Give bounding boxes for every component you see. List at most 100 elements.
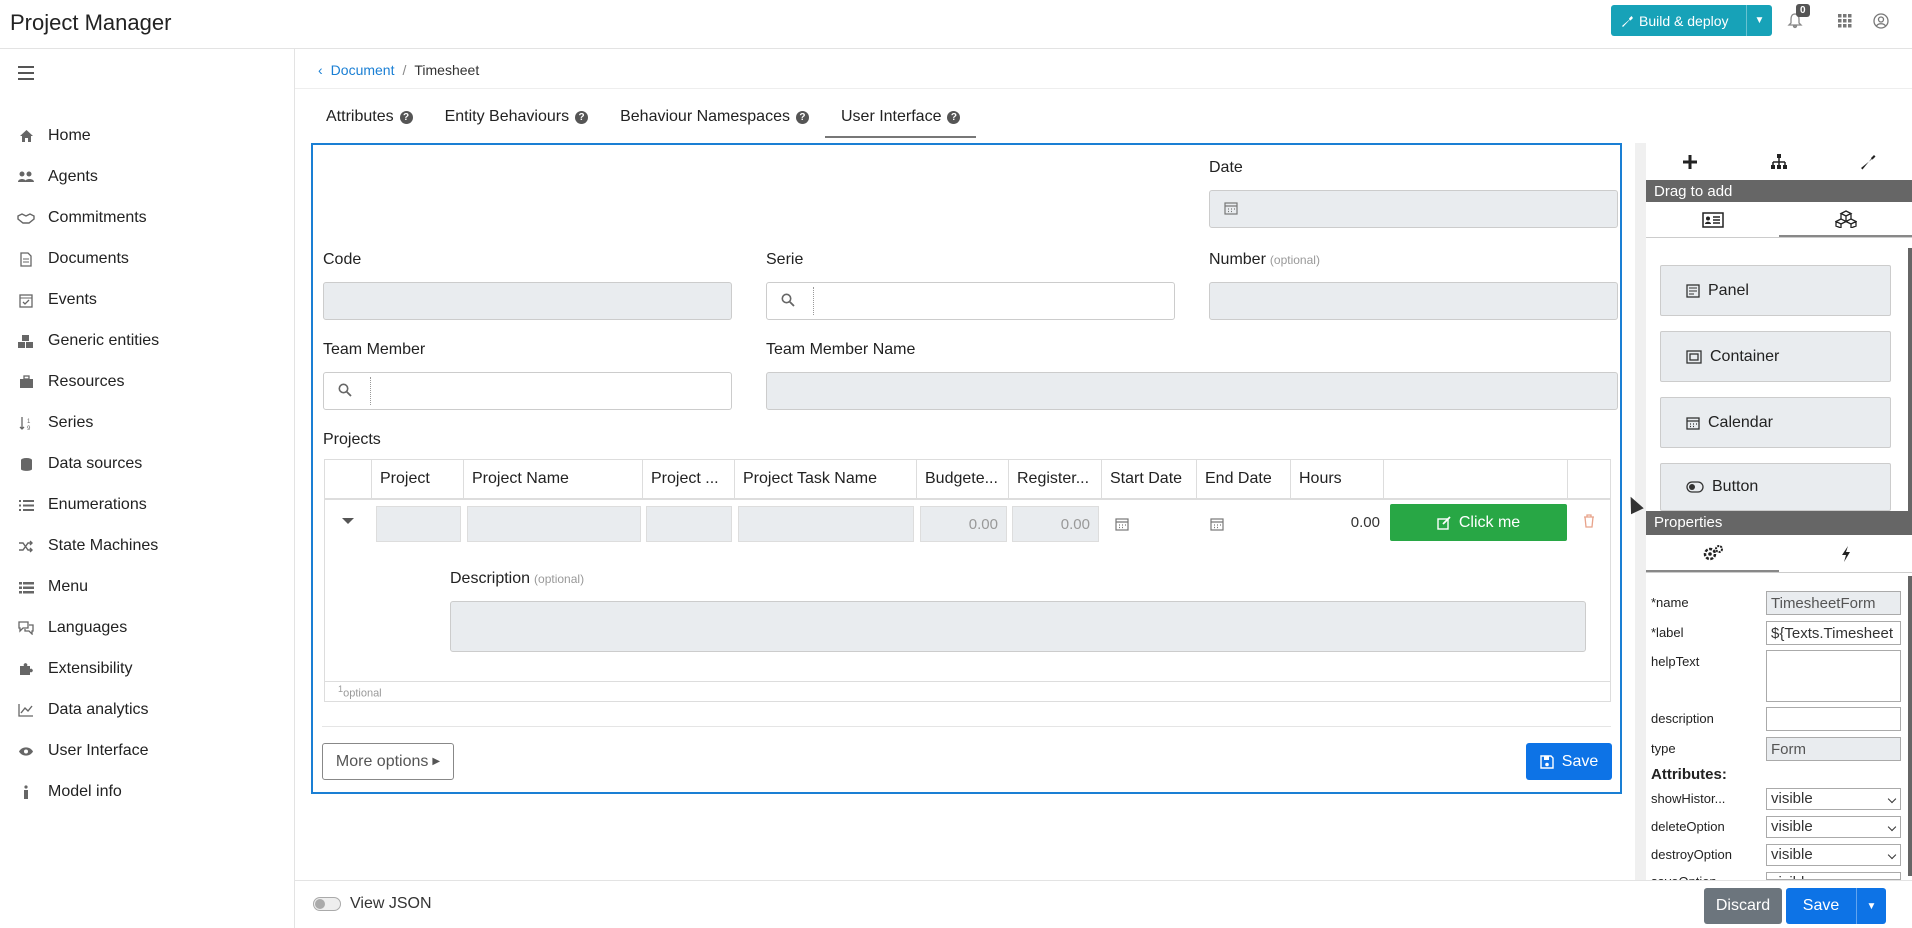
cell-registered[interactable]: 0.00 (1012, 506, 1099, 542)
prop-show-history-select[interactable]: visible (1766, 788, 1901, 810)
prop-save-option-select[interactable]: visible (1766, 872, 1901, 880)
calendar-icon (1686, 416, 1700, 430)
sidebar-item-menu[interactable]: Menu (0, 567, 294, 607)
components-scrollbar[interactable] (1908, 248, 1912, 512)
end-date-calendar-icon[interactable] (1210, 517, 1224, 531)
sidebar-item-user-interface[interactable]: User Interface (0, 731, 294, 771)
plus-icon[interactable] (1646, 143, 1735, 180)
sidebar-item-data-analytics[interactable]: Data analytics (0, 690, 294, 730)
document-icon (17, 250, 35, 268)
sidebar-item-label: Events (48, 291, 97, 308)
component-calendar[interactable]: Calendar (1660, 397, 1891, 448)
cubes-tab-icon[interactable] (1779, 202, 1912, 237)
top-bar: Project Manager Build & deploy ▼ 0 (0, 0, 1912, 49)
more-options-button[interactable]: More options ▶ (322, 743, 454, 780)
footer-save-button[interactable]: Save ▼ (1786, 888, 1886, 924)
sidebar-item-languages[interactable]: Languages (0, 608, 294, 648)
sidebar-item-enumerations[interactable]: Enumerations (0, 485, 294, 525)
bolt-tab-icon[interactable] (1779, 535, 1912, 572)
form-designer-canvas[interactable]: Date Code Serie Number (optional) Team Me… (311, 143, 1622, 794)
grid-col-hours: Hours (1291, 460, 1384, 500)
prop-type-input[interactable]: Form (1766, 737, 1901, 761)
sitemap-icon[interactable] (1735, 143, 1824, 180)
component-button[interactable]: Button (1660, 463, 1891, 511)
view-json-toggle[interactable] (313, 897, 341, 911)
component-container[interactable]: Container (1660, 331, 1891, 382)
form-save-button[interactable]: Save (1526, 743, 1612, 780)
build-deploy-button[interactable]: Build & deploy ▼ (1611, 5, 1772, 36)
description-label-text: Description (450, 570, 531, 587)
properties-scrollbar[interactable] (1908, 576, 1912, 876)
sidebar-item-label: Extensibility (48, 660, 133, 677)
sidebar-item-documents[interactable]: Documents (0, 239, 294, 279)
build-deploy-dropdown[interactable]: ▼ (1746, 5, 1772, 36)
tab-behaviour-namespaces[interactable]: Behaviour Namespaces? (604, 100, 825, 138)
cell-hours[interactable]: 0.00 (1325, 514, 1380, 531)
prop-delete-option-label: deleteOption (1651, 819, 1725, 834)
component-label: Calendar (1708, 413, 1773, 431)
sidebar-item-series[interactable]: 19 Series (0, 403, 294, 443)
sidebar-item-agents[interactable]: Agents (0, 157, 294, 197)
form-components-tab-icon[interactable] (1646, 202, 1779, 237)
properties-tabs (1646, 535, 1912, 573)
tab-user-interface[interactable]: User Interface? (824, 100, 977, 138)
more-options-label: More options (335, 752, 429, 770)
prop-destroy-option-select[interactable]: visible (1766, 844, 1901, 866)
sidebar-item-commitments[interactable]: Commitments (0, 198, 294, 238)
chevron-left-icon[interactable]: ‹ (318, 62, 323, 78)
tab-attributes[interactable]: Attributes? (310, 100, 429, 138)
notifications-bell-icon[interactable]: 0 (1784, 4, 1810, 32)
breadcrumb-parent-link[interactable]: Document (331, 62, 395, 78)
number-field[interactable] (1209, 282, 1618, 320)
help-icon[interactable]: ? (795, 111, 809, 124)
cell-budgeted[interactable]: 0.00 (920, 506, 1007, 542)
trash-icon[interactable] (1583, 514, 1597, 530)
tab-entity-behaviours[interactable]: Entity Behaviours? (429, 100, 605, 138)
projects-grid-header: Project Project Name Project ... Project… (325, 460, 1610, 500)
grid-expander-col (325, 460, 372, 500)
sidebar-item-data-sources[interactable]: Data sources (0, 444, 294, 484)
sidebar-item-home[interactable]: Home (0, 116, 294, 156)
form-save-label: Save (1561, 752, 1599, 770)
sidebar-item-events[interactable]: Events (0, 280, 294, 320)
component-panel[interactable]: Panel (1660, 265, 1891, 316)
sidebar-item-generic-entities[interactable]: Generic entities (0, 321, 294, 361)
team-member-name-field[interactable] (766, 372, 1618, 410)
grid-col-actions (1384, 460, 1568, 500)
start-date-calendar-icon[interactable] (1115, 517, 1129, 531)
prop-description-input[interactable] (1766, 707, 1901, 731)
component-tabs (1646, 202, 1912, 238)
cell-project-task[interactable] (646, 506, 732, 542)
cell-project-name[interactable] (467, 506, 641, 542)
prop-label-input[interactable]: ${Texts.Timesheet (1766, 621, 1901, 645)
sidebar-item-label: Menu (48, 578, 89, 595)
wrench-icon[interactable] (1823, 143, 1912, 180)
prop-name-input[interactable]: TimesheetForm (1766, 591, 1901, 615)
help-icon[interactable]: ? (399, 111, 413, 124)
user-avatar-icon[interactable] (1870, 10, 1892, 32)
sidebar-item-resources[interactable]: Resources (0, 362, 294, 402)
apps-grid-icon[interactable] (1834, 10, 1856, 32)
footer-save-dropdown[interactable]: ▼ (1856, 888, 1886, 924)
hamburger-menu-icon[interactable] (18, 66, 34, 80)
prop-delete-option-select[interactable]: visible (1766, 816, 1901, 838)
sidebar-item-model-info[interactable]: Model info (0, 772, 294, 812)
team-member-search-input[interactable] (323, 372, 732, 410)
sidebar-item-extensibility[interactable]: Extensibility (0, 649, 294, 689)
click-me-button[interactable]: Click me (1390, 504, 1567, 541)
prop-helptext-textarea[interactable] (1766, 650, 1901, 702)
code-field[interactable] (323, 282, 732, 320)
discard-button[interactable]: Discard (1704, 888, 1782, 924)
build-deploy-label: Build & deploy (1639, 12, 1729, 29)
cogs-tab-icon[interactable] (1646, 535, 1779, 572)
cell-project[interactable] (376, 506, 461, 542)
serie-search-input[interactable] (766, 282, 1175, 320)
sidebar-item-state-machines[interactable]: State Machines (0, 526, 294, 566)
date-field[interactable] (1209, 190, 1618, 228)
help-icon[interactable]: ? (575, 111, 589, 124)
help-icon[interactable]: ? (947, 111, 961, 124)
cell-project-task-name[interactable] (738, 506, 914, 542)
sidebar-item-label: Model info (48, 783, 122, 800)
description-textarea[interactable] (450, 601, 1586, 652)
row-expand-toggle[interactable] (342, 518, 354, 524)
